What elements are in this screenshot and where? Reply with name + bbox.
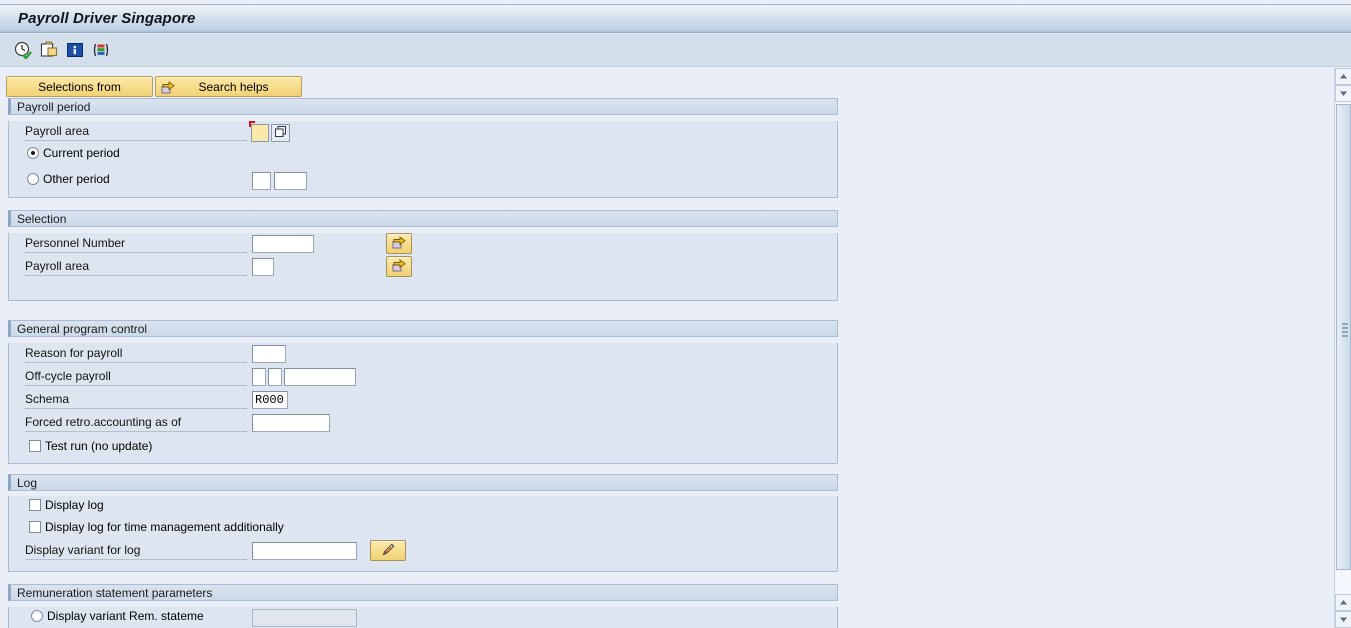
checkbox-display-log[interactable]: Display log xyxy=(29,498,104,512)
group-log-title: Log xyxy=(17,475,38,490)
variant-icon[interactable] xyxy=(91,41,110,60)
tab-search-helps[interactable]: Search helps xyxy=(155,76,302,97)
radio-current-period-dot xyxy=(27,147,39,159)
off-cycle-payroll-input-2[interactable] xyxy=(268,368,282,386)
selection-screen-canvas: Selections from Search helps Payroll per… xyxy=(0,68,1325,628)
group-selection-title: Selection xyxy=(17,211,67,226)
radio-display-variant-rem-statement-dot xyxy=(31,610,43,622)
group-general-program-control-header: General program control xyxy=(8,320,838,337)
checkbox-display-log-time-management-label: Display log for time management addition… xyxy=(45,520,284,534)
checkbox-display-log-time-management[interactable]: Display log for time management addition… xyxy=(29,520,284,534)
group-selection: Selection Personnel Number Payroll area xyxy=(8,210,838,301)
off-cycle-payroll-input-1[interactable] xyxy=(252,368,266,386)
application-toolbar: © www.tutorialkart.com xyxy=(0,34,1351,95)
payroll-area-search-help-button[interactable] xyxy=(271,124,290,142)
radio-display-variant-rem-statement[interactable]: Display variant Rem. stateme xyxy=(31,609,204,623)
display-variant-rem-statement-input[interactable] xyxy=(252,609,357,627)
radio-current-period-label: Current period xyxy=(43,146,120,160)
checkbox-display-log-label: Display log xyxy=(45,498,104,512)
selection-payroll-area-input[interactable] xyxy=(252,258,274,276)
selection-payroll-area-label: Payroll area xyxy=(25,259,247,276)
checkbox-display-log-time-management-box xyxy=(29,521,41,533)
payroll-area-input[interactable] xyxy=(251,124,269,142)
search-help-icon xyxy=(274,125,287,141)
forced-retro-accounting-label: Forced retro.accounting as of xyxy=(25,415,247,432)
radio-other-period[interactable]: Other period xyxy=(27,172,110,186)
display-variant-for-log-edit-button[interactable] xyxy=(370,540,406,561)
display-variant-for-log-label: Display variant for log xyxy=(25,543,247,560)
group-selection-body: Personnel Number Payroll area xyxy=(8,233,838,301)
group-general-program-control-body: Reason for payroll Off-cycle payroll Sch… xyxy=(8,343,838,464)
checkbox-test-run-label: Test run (no update) xyxy=(45,439,153,453)
personnel-number-input[interactable] xyxy=(252,235,314,253)
copy-icon[interactable] xyxy=(39,41,58,60)
schema-input[interactable] xyxy=(252,391,288,409)
info-icon[interactable] xyxy=(65,41,84,60)
reason-for-payroll-label: Reason for payroll xyxy=(25,346,247,363)
group-remuneration-statement-parameters: Remuneration statement parameters Displa… xyxy=(8,584,838,628)
group-log-body: Display log Display log for time managem… xyxy=(8,496,838,572)
radio-other-period-label: Other period xyxy=(43,172,110,186)
tab-bar: Selections from Search helps xyxy=(6,76,302,97)
other-period-input-2[interactable] xyxy=(274,172,307,190)
group-payroll-period: Payroll period Payroll area Current peri… xyxy=(8,98,838,198)
radio-other-period-dot xyxy=(27,173,39,185)
group-payroll-period-body: Payroll area Current period Other period xyxy=(8,121,838,198)
pencil-icon xyxy=(381,542,396,560)
arrow-right-icon xyxy=(160,79,176,95)
tab-selections-from[interactable]: Selections from xyxy=(6,76,153,97)
radio-display-variant-rem-statement-label: Display variant Rem. stateme xyxy=(47,609,204,623)
scrollbar-thumb[interactable] xyxy=(1336,104,1351,570)
group-log: Log Display log Display log for time man… xyxy=(8,474,838,572)
page-title: Payroll Driver Singapore xyxy=(18,10,196,27)
checkbox-display-log-box xyxy=(29,499,41,511)
group-selection-header: Selection xyxy=(8,210,838,227)
radio-current-period[interactable]: Current period xyxy=(27,146,120,160)
personnel-number-multiple-selection-button[interactable] xyxy=(386,233,412,254)
personnel-number-label: Personnel Number xyxy=(25,236,247,253)
group-remuneration-title: Remuneration statement parameters xyxy=(17,585,213,600)
checkbox-test-run-box xyxy=(29,440,41,452)
tab-search-helps-label: Search helps xyxy=(198,79,269,94)
arrow-right-icon xyxy=(391,257,407,276)
group-payroll-period-header: Payroll period xyxy=(8,98,838,115)
payroll-area-label: Payroll area xyxy=(25,124,247,141)
scroll-up-icon[interactable] xyxy=(1335,68,1351,85)
group-remuneration-body: Display variant Rem. stateme xyxy=(8,607,838,628)
reason-for-payroll-input[interactable] xyxy=(252,345,286,363)
forced-retro-accounting-input[interactable] xyxy=(252,414,330,432)
scroll-down-icon[interactable] xyxy=(1335,85,1351,102)
group-payroll-period-title: Payroll period xyxy=(17,99,91,114)
scroll-down-bottom-icon[interactable] xyxy=(1335,611,1351,628)
title-bar: Payroll Driver Singapore xyxy=(0,4,1351,33)
vertical-scrollbar[interactable] xyxy=(1334,68,1351,628)
display-variant-for-log-input[interactable] xyxy=(252,542,357,560)
group-log-header: Log xyxy=(8,474,838,491)
group-general-program-control-title: General program control xyxy=(17,321,148,336)
checkbox-test-run[interactable]: Test run (no update) xyxy=(29,439,152,453)
tab-selections-from-label: Selections from xyxy=(38,79,121,94)
arrow-right-icon xyxy=(391,234,407,253)
scroll-up-bottom-icon[interactable] xyxy=(1335,594,1351,611)
execute-icon[interactable] xyxy=(13,41,32,60)
scrollbar-grip-icon xyxy=(1342,323,1348,339)
schema-label: Schema xyxy=(25,392,247,409)
group-general-program-control: General program control Reason for payro… xyxy=(8,320,838,464)
sap-application-window: Payroll Driver Singapore Selections from… xyxy=(0,0,1351,628)
off-cycle-payroll-input-3[interactable] xyxy=(284,368,356,386)
other-period-input-1[interactable] xyxy=(252,172,271,190)
selection-payroll-area-multiple-selection-button[interactable] xyxy=(386,256,412,277)
off-cycle-payroll-label: Off-cycle payroll xyxy=(25,369,247,386)
group-remuneration-header: Remuneration statement parameters xyxy=(8,584,838,601)
